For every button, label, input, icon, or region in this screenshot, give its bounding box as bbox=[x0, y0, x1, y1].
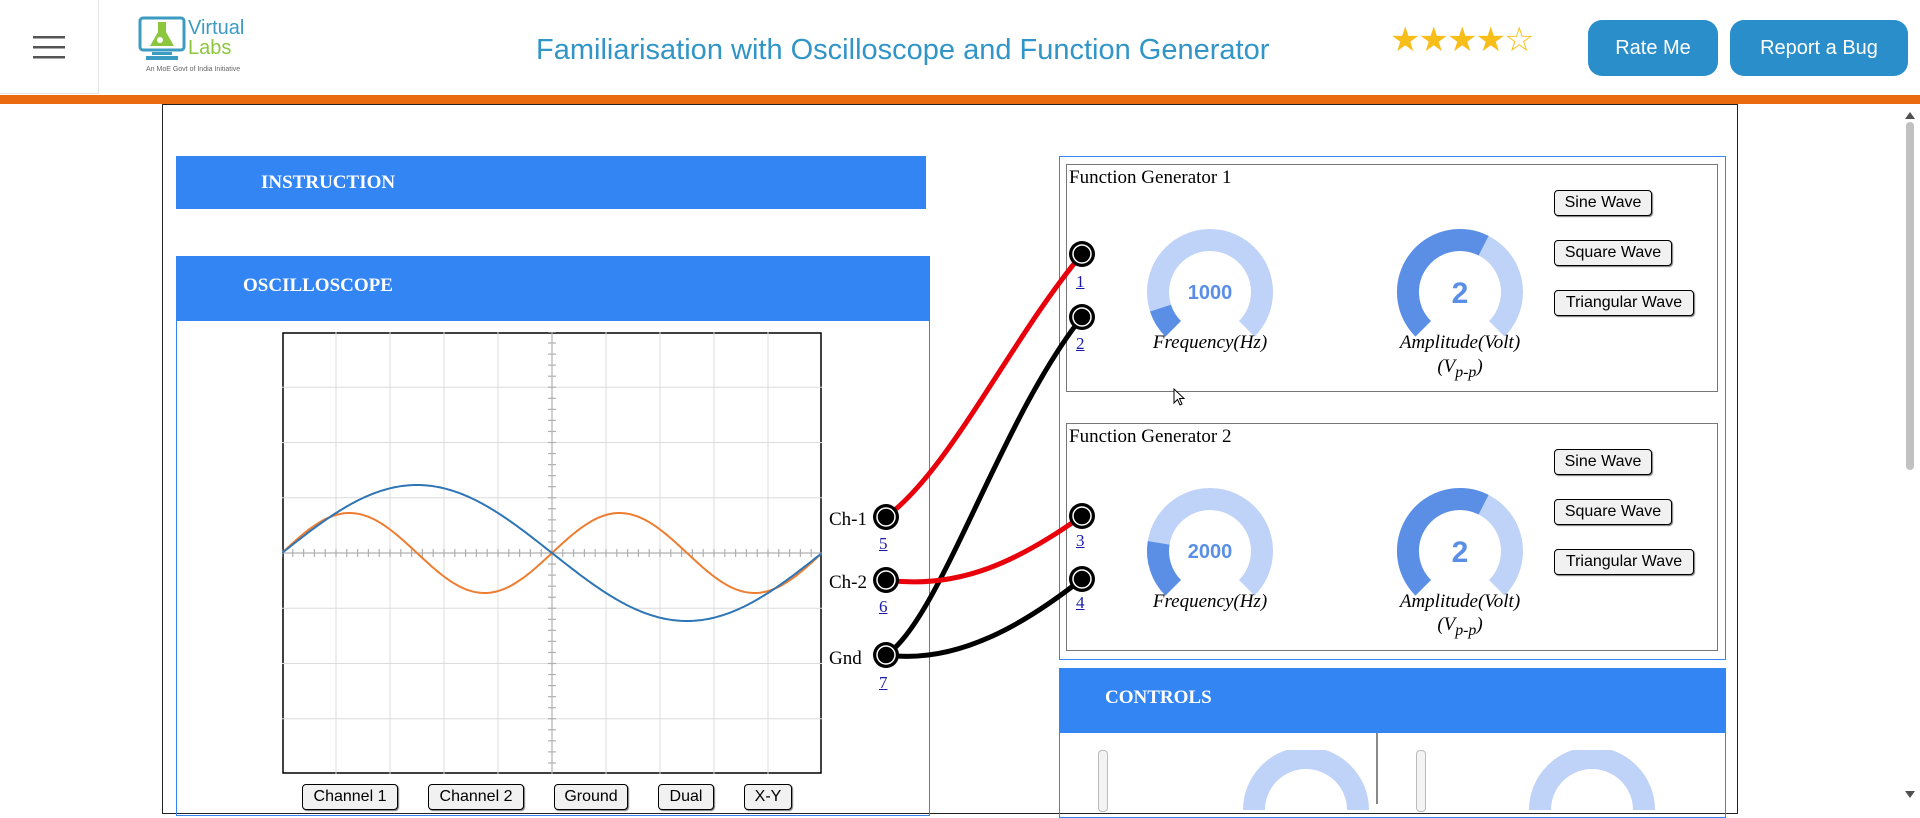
controls-knob-left[interactable] bbox=[1236, 750, 1376, 810]
header-accent-bar bbox=[0, 95, 1920, 104]
fg2-sine-wave-button[interactable]: Sine Wave bbox=[1554, 449, 1652, 475]
channel-1-button[interactable]: Channel 1 bbox=[302, 784, 398, 810]
controls-slider-right[interactable] bbox=[1416, 750, 1426, 812]
oscilloscope-screen bbox=[282, 332, 822, 774]
fg2-frequency-label: Frequency(Hz) bbox=[1152, 591, 1268, 612]
terminal-5-number: 5 bbox=[879, 534, 888, 553]
fg2-amplitude-value: 2 bbox=[1452, 536, 1469, 569]
fg1-amplitude-unit: (Vp-p) bbox=[1380, 356, 1540, 382]
controls-divider bbox=[1376, 733, 1378, 804]
mouse-cursor-icon bbox=[1173, 388, 1186, 406]
xy-button[interactable]: X-Y bbox=[744, 784, 792, 810]
logo-tagline: An MoE Govt of India Initiative bbox=[146, 66, 241, 73]
dual-button[interactable]: Dual bbox=[658, 784, 714, 810]
fg2-frequency-value: 2000 bbox=[1188, 541, 1233, 563]
fg1-amplitude-unit-sub: p-p bbox=[1455, 363, 1477, 381]
hamburger-icon bbox=[33, 35, 65, 58]
instruction-label: INSTRUCTION bbox=[261, 172, 396, 193]
ch2-label: Ch-2 bbox=[829, 572, 867, 593]
controls-header: CONTROLS bbox=[1060, 669, 1725, 733]
fg1-frequency-label: Frequency(Hz) bbox=[1152, 332, 1268, 353]
page-title: Familiarisation with Oscilloscope and Fu… bbox=[536, 34, 1270, 66]
fg2-triangular-wave-button[interactable]: Triangular Wave bbox=[1554, 549, 1694, 575]
fg1-frequency-knob[interactable]: 1000 bbox=[1144, 226, 1276, 338]
scroll-up-icon[interactable] bbox=[1904, 110, 1916, 120]
fg1-amplitude-label: Amplitude(Volt) bbox=[1399, 332, 1521, 353]
fg1-frequency-value: 1000 bbox=[1188, 282, 1233, 304]
oscilloscope-label: OSCILLOSCOPE bbox=[243, 275, 393, 296]
terminal-3-number: 3 bbox=[1076, 531, 1085, 550]
fg1-triangular-wave-button[interactable]: Triangular Wave bbox=[1554, 290, 1694, 316]
fg1-title: Function Generator 1 bbox=[1069, 167, 1232, 188]
menu-button[interactable] bbox=[0, 0, 99, 94]
oscilloscope-header: OSCILLOSCOPE bbox=[177, 257, 929, 321]
fg1-amplitude-value: 2 bbox=[1452, 277, 1469, 310]
instruction-header[interactable]: INSTRUCTION bbox=[176, 156, 926, 209]
controls-knob-right[interactable] bbox=[1522, 750, 1662, 810]
ch1-label: Ch-1 bbox=[829, 509, 867, 530]
star-filled-icon[interactable]: ★ bbox=[1447, 22, 1478, 59]
fg1-amplitude-knob[interactable]: 2 bbox=[1394, 226, 1526, 338]
lab-flask-icon bbox=[138, 16, 186, 60]
terminal-1-number: 1 bbox=[1076, 272, 1085, 291]
logo-text: Virtual Labs bbox=[188, 18, 244, 58]
report-bug-button[interactable]: Report a Bug bbox=[1730, 20, 1908, 76]
logo-line-1: Virtual bbox=[188, 17, 245, 39]
channel-2-button[interactable]: Channel 2 bbox=[428, 784, 524, 810]
star-filled-icon[interactable]: ★ bbox=[1390, 22, 1421, 59]
ground-button[interactable]: Ground bbox=[554, 784, 628, 810]
gnd-label: Gnd bbox=[829, 648, 862, 669]
terminal-2-number: 2 bbox=[1076, 334, 1085, 353]
fg2-amplitude-knob[interactable]: 2 bbox=[1394, 485, 1526, 597]
logo-line-2: Labs bbox=[188, 37, 232, 59]
controls-slider-left[interactable] bbox=[1098, 750, 1108, 812]
fg2-amplitude-label: Amplitude(Volt) bbox=[1399, 591, 1521, 612]
fg2-amplitude-unit-close: ) bbox=[1476, 614, 1483, 635]
scrollbar-thumb[interactable] bbox=[1906, 122, 1914, 470]
terminal-6-number: 6 bbox=[879, 597, 888, 616]
controls-label: CONTROLS bbox=[1105, 687, 1212, 708]
rating-stars[interactable]: ★★★★☆ bbox=[1390, 22, 1535, 59]
fg2-amplitude-unit-text: (V bbox=[1437, 614, 1456, 635]
fg1-sine-wave-button[interactable]: Sine Wave bbox=[1554, 190, 1652, 216]
fg1-amplitude-unit-text: (V bbox=[1437, 356, 1456, 377]
fg2-amplitude-unit-sub: p-p bbox=[1455, 621, 1477, 639]
scroll-down-icon[interactable] bbox=[1904, 790, 1916, 800]
fg1-square-wave-button[interactable]: Square Wave bbox=[1554, 240, 1672, 266]
terminal-4-number: 4 bbox=[1076, 593, 1085, 612]
fg2-square-wave-button[interactable]: Square Wave bbox=[1554, 499, 1672, 525]
star-filled-icon[interactable]: ★ bbox=[1418, 22, 1449, 59]
fg1-amplitude-unit-close: ) bbox=[1476, 356, 1483, 377]
star-empty-icon[interactable]: ☆ bbox=[1504, 22, 1535, 59]
rate-me-button[interactable]: Rate Me bbox=[1588, 20, 1718, 76]
fg2-title: Function Generator 2 bbox=[1069, 426, 1232, 447]
terminal-7-number: 7 bbox=[879, 673, 888, 692]
fg2-amplitude-unit: (Vp-p) bbox=[1380, 614, 1540, 640]
virtual-labs-logo[interactable]: Virtual Labs An MoE Govt of India Initia… bbox=[138, 14, 250, 78]
star-filled-icon[interactable]: ★ bbox=[1475, 22, 1506, 59]
fg2-frequency-knob[interactable]: 2000 bbox=[1144, 485, 1276, 597]
